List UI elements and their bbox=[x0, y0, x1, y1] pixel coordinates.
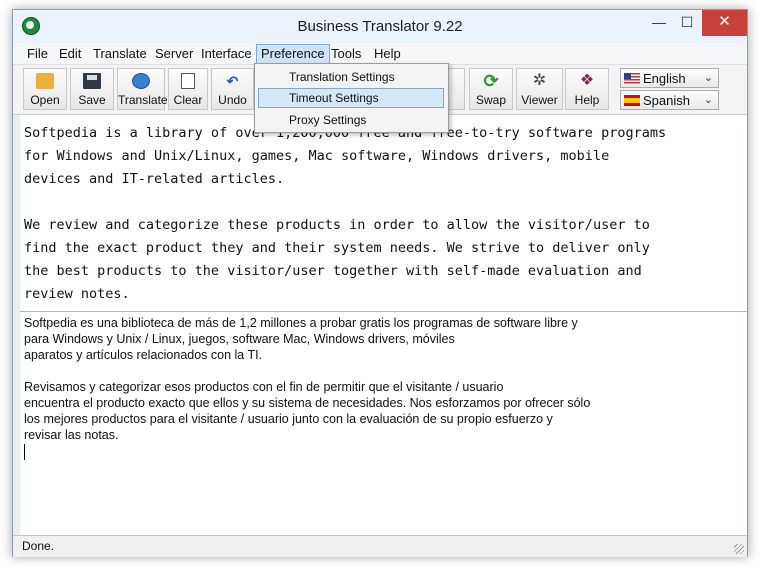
window-title: Business Translator 9.22 bbox=[297, 18, 463, 35]
source-language-select[interactable]: English ⌄ bbox=[620, 68, 719, 88]
menu-tools[interactable]: Tools bbox=[331, 46, 361, 61]
viewer-label: Viewer bbox=[521, 93, 558, 107]
save-label: Save bbox=[78, 93, 106, 107]
open-label: Open bbox=[30, 93, 60, 107]
source-text: Softpedia is a library of over 1,200,000… bbox=[24, 125, 667, 302]
maximize-button[interactable]: ☐ bbox=[674, 10, 700, 36]
menu-server[interactable]: Server bbox=[155, 46, 193, 61]
help-book-icon: ❖ bbox=[579, 72, 595, 89]
open-button[interactable]: Open bbox=[23, 68, 67, 110]
help-label: Help bbox=[574, 93, 600, 107]
swap-button[interactable]: ⟳ Swap bbox=[469, 68, 513, 110]
translate-globe-icon bbox=[132, 73, 150, 89]
text-caret bbox=[24, 444, 25, 460]
menu-file[interactable]: File bbox=[27, 46, 48, 61]
viewer-button[interactable]: ✲ Viewer bbox=[516, 68, 563, 110]
spain-flag-icon bbox=[624, 95, 640, 106]
menu-interface[interactable]: Interface bbox=[201, 46, 252, 61]
translate-button[interactable]: Translate bbox=[117, 68, 168, 110]
undo-label: Undo bbox=[218, 93, 247, 107]
menu-edit[interactable]: Edit bbox=[59, 46, 81, 61]
chevron-down-icon: ⌄ bbox=[703, 72, 713, 84]
minimize-button[interactable]: — bbox=[646, 10, 672, 36]
menu-item-proxy-settings[interactable]: Proxy Settings bbox=[258, 110, 444, 130]
status-bar: Done. bbox=[13, 535, 747, 557]
save-button[interactable]: Save bbox=[70, 68, 114, 110]
target-language-select[interactable]: Spanish ⌄ bbox=[620, 90, 719, 110]
menu-bar: File Edit Translate Server Interface Pre… bbox=[13, 43, 747, 65]
status-text: Done. bbox=[22, 539, 55, 553]
menu-preference[interactable]: Preference bbox=[256, 44, 330, 64]
menu-item-timeout-settings[interactable]: Timeout Settings bbox=[258, 88, 444, 108]
swap-arrows-icon: ⟳ bbox=[483, 71, 499, 91]
translation-text-area[interactable]: Softpedia es una biblioteca de más de 1,… bbox=[20, 312, 747, 535]
resize-grip[interactable] bbox=[734, 544, 744, 554]
viewer-icon: ✲ bbox=[532, 72, 547, 89]
close-button[interactable]: ✕ bbox=[702, 10, 747, 36]
us-flag-icon bbox=[624, 73, 640, 84]
blank-page-icon bbox=[181, 73, 195, 89]
preference-dropdown-menu: Translation Settings Timeout Settings Pr… bbox=[254, 63, 449, 133]
title-bar[interactable]: Business Translator 9.22 — ☐ ✕ bbox=[13, 10, 747, 43]
translate-label: Translate bbox=[118, 93, 168, 107]
undo-button[interactable]: ↶ Undo bbox=[211, 68, 254, 110]
menu-help[interactable]: Help bbox=[374, 46, 401, 61]
swap-label: Swap bbox=[475, 93, 507, 107]
menu-item-translation-settings[interactable]: Translation Settings bbox=[258, 67, 444, 87]
source-text-area[interactable]: Softpedia is a library of over 1,200,000… bbox=[20, 115, 747, 312]
source-language-value: English bbox=[643, 71, 686, 86]
clear-button[interactable]: Clear bbox=[168, 68, 208, 110]
menu-translate[interactable]: Translate bbox=[93, 46, 147, 61]
target-language-value: Spanish bbox=[643, 93, 690, 108]
help-button[interactable]: ❖ Help bbox=[565, 68, 609, 110]
chevron-down-icon: ⌄ bbox=[703, 94, 713, 106]
undo-arrow-icon: ↶ bbox=[226, 73, 239, 89]
translated-text: Softpedia es una biblioteca de más de 1,… bbox=[24, 316, 591, 442]
disk-icon bbox=[83, 73, 101, 89]
clear-label: Clear bbox=[173, 93, 203, 107]
folder-icon bbox=[36, 73, 54, 89]
